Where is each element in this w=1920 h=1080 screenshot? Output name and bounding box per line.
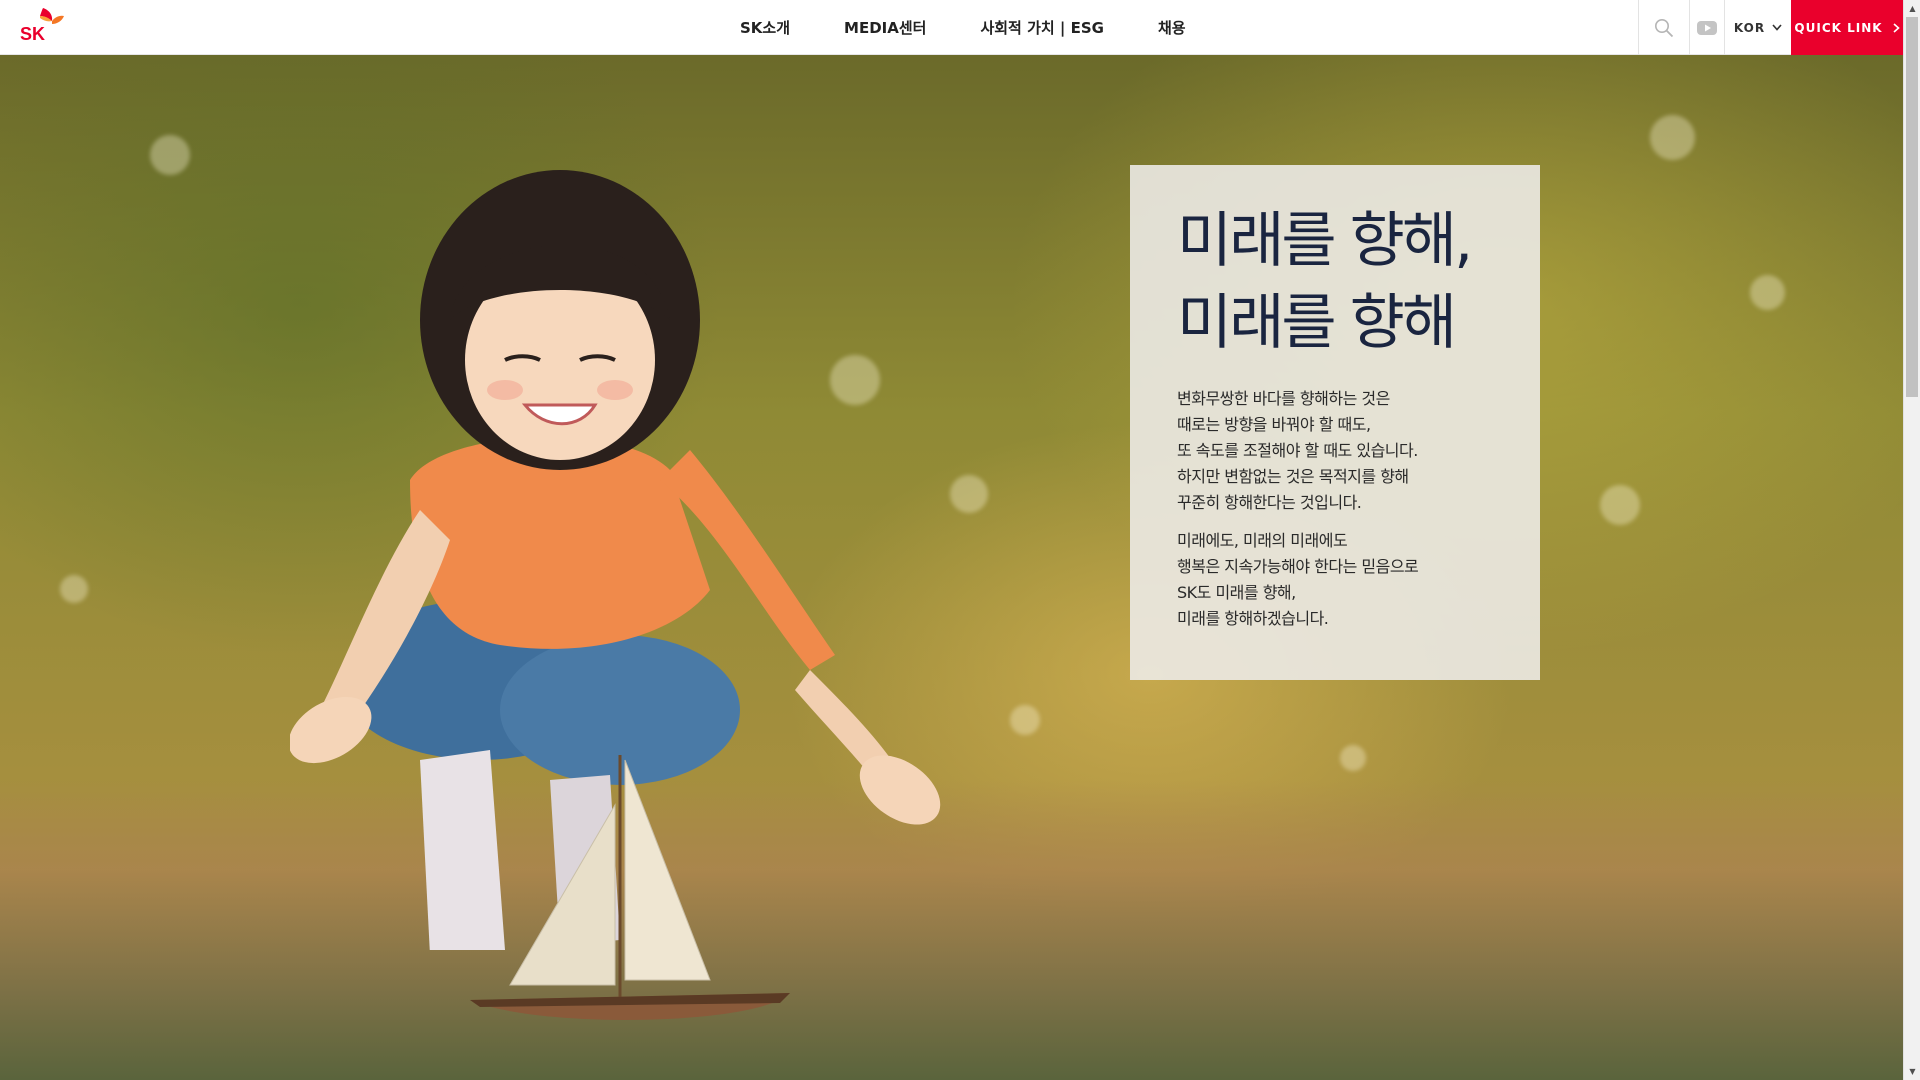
quick-link-button[interactable]: QUICK LINK [1791, 0, 1903, 55]
site-header: SK SK소개 MEDIA센터 사회적 가치 | ESG 채용 KOR QUIC… [0, 0, 1903, 55]
bokeh-light [1600, 485, 1640, 525]
chevron-right-icon [1893, 22, 1900, 33]
chevron-down-icon [1772, 24, 1782, 31]
toy-sailboat [470, 755, 790, 1020]
quick-link-label: QUICK LINK [1794, 20, 1883, 35]
bokeh-light [60, 575, 88, 603]
hero-banner: 미래를 향해, 미래를 향해 변화무쌍한 바다를 향해하는 것은 때로는 방향을… [0, 55, 1903, 1080]
paragraph-line: 행복은 지속가능해야 한다는 믿음으로 [1177, 557, 1419, 576]
bokeh-light [1010, 705, 1040, 735]
main-nav: SK소개 MEDIA센터 사회적 가치 | ESG 채용 [740, 0, 1186, 55]
paragraph-line: 변화무쌍한 바다를 향해하는 것은 [1177, 389, 1390, 408]
youtube-button[interactable] [1689, 0, 1724, 55]
nav-item-careers[interactable]: 채용 [1158, 17, 1186, 38]
paragraph-line: 꾸준히 항해한다는 것입니다. [1177, 493, 1362, 512]
sk-logo-text: SK [20, 24, 45, 42]
scroll-up-arrow-icon[interactable]: ▲ [1904, 0, 1920, 17]
scroll-down-arrow-icon[interactable]: ▼ [1904, 1063, 1920, 1080]
bokeh-light [1750, 275, 1785, 310]
nav-item-media-center[interactable]: MEDIA센터 [844, 17, 926, 38]
nav-item-social-value-esg[interactable]: 사회적 가치 | ESG [980, 17, 1104, 38]
bokeh-light [150, 135, 190, 175]
youtube-icon [1697, 20, 1717, 35]
hero-title-line-2: 미래를 향해 [1177, 288, 1457, 358]
paragraph-line: SK도 미래를 향해, [1177, 583, 1296, 602]
hero-message-card: 미래를 향해, 미래를 향해 변화무쌍한 바다를 향해하는 것은 때로는 방향을… [1130, 165, 1540, 680]
hero-title-line-1: 미래를 향해, [1177, 206, 1473, 276]
search-button[interactable] [1638, 0, 1689, 55]
utility-bar: KOR QUICK LINK [1638, 0, 1903, 55]
paragraph-line: 하지만 변함없는 것은 목적지를 향해 [1177, 467, 1409, 486]
paragraph-line: 또 속도를 조절해야 할 때도 있습니다. [1177, 441, 1418, 460]
bokeh-light [1650, 115, 1695, 160]
language-selector[interactable]: KOR [1724, 0, 1791, 55]
language-label: KOR [1733, 20, 1766, 35]
paragraph-line: 미래를 항해하겠습니다. [1177, 609, 1329, 628]
vertical-scrollbar[interactable]: ▲ ▼ [1903, 0, 1920, 1080]
hero-title: 미래를 향해, 미래를 향해 [1177, 200, 1540, 364]
hero-paragraph-2: 미래에도, 미래의 미래에도 행복은 지속가능해야 한다는 믿음으로 SK도 미… [1177, 528, 1540, 632]
search-icon [1655, 18, 1674, 37]
sk-logo[interactable]: SK [19, 6, 65, 42]
paragraph-line: 미래에도, 미래의 미래에도 [1177, 531, 1348, 550]
paragraph-line: 때로는 방향을 바꿔야 할 때도, [1177, 415, 1371, 434]
hero-paragraph-1: 변화무쌍한 바다를 향해하는 것은 때로는 방향을 바꿔야 할 때도, 또 속도… [1177, 386, 1540, 516]
nav-item-sk-intro[interactable]: SK소개 [740, 17, 790, 38]
bokeh-light [1340, 745, 1366, 771]
scrollbar-thumb[interactable] [1906, 17, 1918, 397]
